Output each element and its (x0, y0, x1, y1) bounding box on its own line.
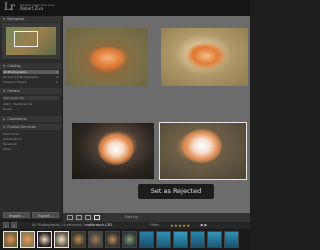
disclosure-triangle-icon: ▼ (3, 17, 6, 21)
publish-service-item[interactable]: Facebook (3, 142, 59, 146)
filter-label: Filter: (150, 223, 160, 227)
disclosure-triangle-icon: ▼ (3, 125, 6, 129)
folder-item[interactable]: 2015 · Nudibranchs (3, 102, 59, 106)
flag-filter[interactable]: ⚑⚑ (200, 222, 207, 229)
subject-shape (98, 133, 134, 165)
collections-header[interactable]: ▶ Collections (0, 116, 62, 122)
disclosure-triangle-icon: ▼ (3, 89, 6, 93)
subject-shape (185, 42, 227, 70)
survey-view-icon[interactable] (94, 215, 100, 220)
loupe-view-icon[interactable] (76, 215, 82, 220)
primary-window-button[interactable]: 1 (3, 222, 9, 228)
filmstrip-thumbnail[interactable] (173, 231, 188, 248)
folders-header[interactable]: ▼ Folders (0, 88, 62, 94)
identity-plate: Identity plate text here Robert Ziva (20, 3, 55, 11)
catalog-item-previous-import[interactable]: Previous Import 0 (3, 80, 59, 84)
compare-view-icon[interactable] (85, 215, 91, 220)
filmstrip-thumbnail[interactable] (71, 231, 86, 248)
filmstrip-thumbnail[interactable] (224, 231, 239, 248)
filmstrip-thumbnail[interactable] (190, 231, 205, 248)
view-toolbar: Sort by: (63, 213, 250, 222)
catalog-item-all-photographs[interactable]: All Photographs 1 (3, 70, 59, 74)
disclosure-triangle-icon: ▶ (3, 117, 6, 121)
secondary-window-button[interactable]: 2 (11, 222, 17, 228)
filmstrip-thumbnail[interactable] (156, 231, 171, 248)
publish-service-item[interactable]: Hard Drive (3, 132, 59, 136)
reject-tooltip: Set as Rejected (138, 184, 214, 199)
filmstrip-thumbnail[interactable] (54, 231, 69, 248)
filename: nudibranch.CR2 (84, 223, 113, 227)
folder-item[interactable]: Guam (3, 107, 59, 111)
filmstrip-thumbnail[interactable] (122, 231, 137, 248)
export-button[interactable]: Export... (32, 212, 59, 218)
photo-cell[interactable] (161, 28, 248, 86)
star-rating-filter[interactable]: ★★★★★ (170, 222, 190, 229)
filmstrip-bar: 1 2 All Photographs / 4 selected / nudib… (0, 222, 250, 229)
filmstrip (0, 229, 250, 250)
selection-count: 4 selected (62, 223, 82, 227)
filmstrip-thumbnail[interactable] (105, 231, 120, 248)
navigator-preview[interactable] (2, 23, 60, 59)
sort-label[interactable]: Sort by: (125, 214, 139, 221)
photo-cell[interactable] (66, 28, 148, 86)
publish-services-header[interactable]: ▼ Publish Services (0, 124, 62, 130)
left-panel: ▼ Navigator ▼ Catalog All Photographs 1 All… (0, 16, 62, 219)
publish-service-item[interactable]: Flickr (3, 147, 59, 151)
filmstrip-source[interactable]: All Photographs / 4 selected / nudibranc… (32, 222, 113, 229)
volume-header[interactable]: Macintosh HD (3, 96, 59, 100)
source-name: All Photographs (32, 223, 60, 227)
filmstrip-thumbnail[interactable] (88, 231, 103, 248)
grid-view-icon[interactable] (67, 215, 73, 220)
filmstrip-thumbnail[interactable] (207, 231, 222, 248)
navigator-header[interactable]: ▼ Navigator (0, 16, 62, 22)
filmstrip-thumbnail[interactable] (37, 231, 52, 248)
catalog-header[interactable]: ▼ Catalog (0, 63, 62, 69)
filmstrip-thumbnail[interactable] (20, 231, 35, 248)
navigator-zoom-frame[interactable] (14, 31, 38, 47)
publish-service-item[interactable]: Adobe Stock (3, 137, 59, 141)
subject-shape (182, 129, 222, 163)
disclosure-triangle-icon: ▼ (3, 64, 6, 68)
filmstrip-thumbnail[interactable] (139, 231, 154, 248)
identity-bar: Lr Identity plate text here Robert Ziva (0, 0, 250, 16)
catalog-item-synced[interactable]: All Synced Photographs 0 (3, 75, 59, 79)
subject-shape (88, 46, 128, 70)
identity-line-2: Robert Ziva (20, 6, 44, 11)
photo-cell-selected[interactable] (160, 123, 246, 179)
photo-cell[interactable] (72, 123, 154, 179)
app-logo: Lr (4, 2, 15, 13)
filmstrip-thumbnail[interactable] (3, 231, 18, 248)
import-button[interactable]: Import... (3, 212, 30, 218)
